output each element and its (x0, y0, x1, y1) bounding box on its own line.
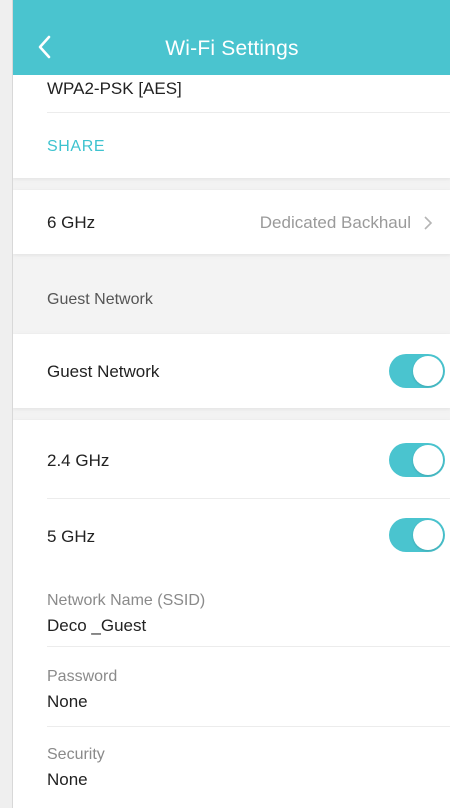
toggle-knob (413, 356, 443, 386)
divider (47, 646, 450, 647)
band-6ghz-row[interactable]: 6 GHz Dedicated Backhaul (13, 190, 450, 254)
app-screen: WPA2-PSK [AES] SHARE 6 GHz Dedicated Bac… (12, 0, 450, 808)
guest-network-toggle[interactable] (389, 354, 445, 388)
security-value-guest[interactable]: None (47, 770, 88, 790)
ssid-value[interactable]: Deco _Guest (47, 616, 146, 636)
band-24ghz-toggle[interactable] (389, 443, 445, 477)
ssid-label: Network Name (SSID) (47, 592, 206, 609)
divider (47, 726, 450, 727)
guest-details-card: 2.4 GHz 5 GHz Network Name (SSID) Deco _… (13, 420, 450, 808)
divider (47, 112, 450, 113)
band-6ghz-label: 6 GHz (47, 213, 96, 232)
divider (47, 498, 450, 499)
guest-network-card: Guest Network (13, 334, 450, 408)
guest-section-label: Guest Network (47, 291, 153, 308)
band-6ghz-value: Dedicated Backhaul (259, 213, 411, 232)
password-value[interactable]: None (47, 692, 88, 712)
toggle-knob (413, 445, 443, 475)
main-network-card: WPA2-PSK [AES] SHARE (13, 60, 450, 178)
toggle-knob (413, 520, 443, 550)
page-title: Wi-Fi Settings (165, 37, 299, 60)
security-label: Security (47, 746, 105, 763)
share-button[interactable]: SHARE (47, 138, 105, 156)
password-label: Password (47, 668, 118, 685)
band-5ghz-label: 5 GHz (47, 527, 96, 546)
guest-network-label: Guest Network (47, 362, 160, 381)
security-value: WPA2-PSK [AES] (47, 79, 182, 98)
band-24ghz-label: 2.4 GHz (47, 451, 110, 470)
app-header: Wi-Fi Settings (13, 0, 450, 75)
chevron-right-icon (424, 216, 433, 230)
band-5ghz-toggle[interactable] (389, 518, 445, 552)
